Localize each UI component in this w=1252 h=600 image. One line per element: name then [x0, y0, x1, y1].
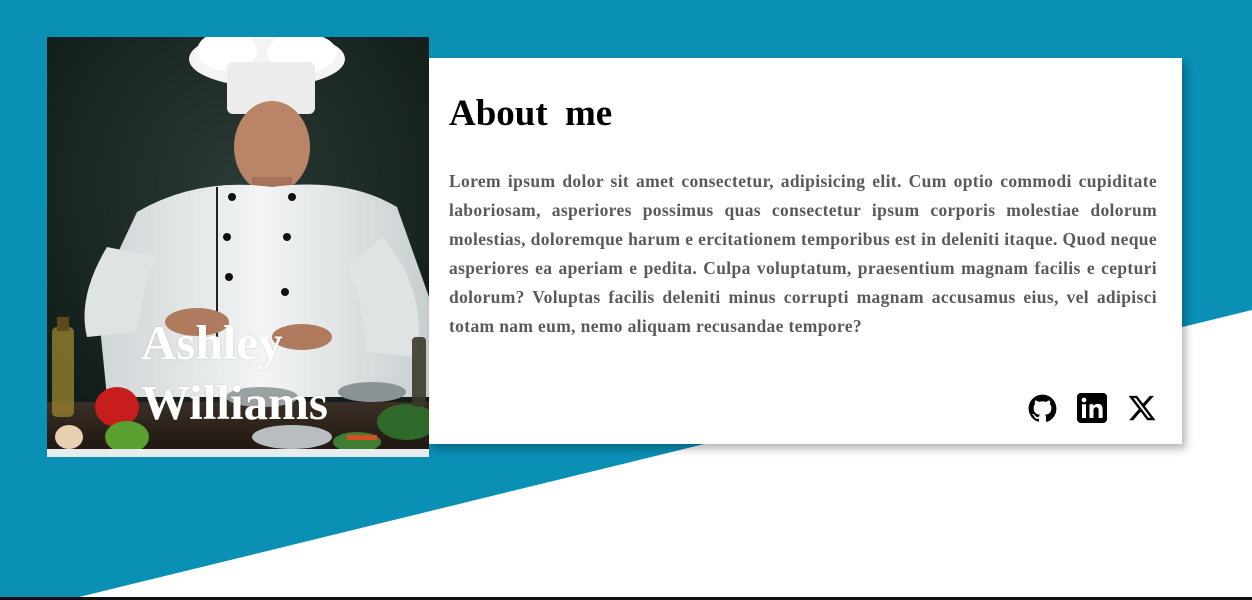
social-links: [1027, 393, 1157, 423]
x-twitter-link[interactable]: [1127, 393, 1157, 423]
github-link[interactable]: [1027, 393, 1057, 423]
about-title: About me: [449, 93, 613, 134]
linkedin-link[interactable]: [1077, 393, 1107, 423]
github-icon: [1028, 394, 1056, 422]
about-card: About me Lorem ipsum dolor sit amet cons…: [429, 58, 1182, 444]
profile-name: Ashley Williams: [141, 315, 328, 430]
about-paragraph: Lorem ipsum dolor sit amet consectetur, …: [449, 171, 1157, 336]
x-twitter-icon: [1128, 395, 1156, 421]
linkedin-icon: [1077, 393, 1107, 423]
page: Ashley Williams About me Lorem ipsum dol…: [0, 0, 1252, 600]
profile-photo-card: Ashley Williams: [47, 37, 429, 457]
